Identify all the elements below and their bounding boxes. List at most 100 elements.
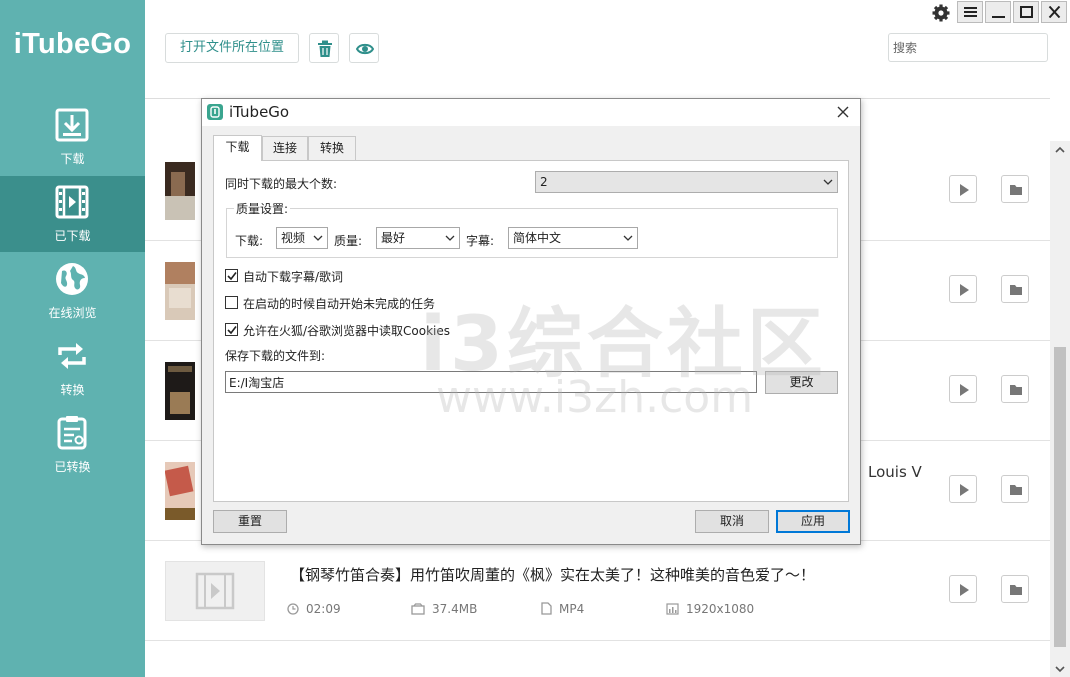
quality-settings-title: 质量设置: bbox=[234, 200, 291, 217]
resolution: 1920x1080 bbox=[666, 602, 754, 616]
globe-icon bbox=[56, 263, 88, 295]
max-downloads-select[interactable]: 2 bbox=[535, 171, 838, 193]
tab-download[interactable]: 下载 bbox=[213, 135, 262, 161]
sidebar-item-label: 在线浏览 bbox=[48, 306, 97, 320]
minimize-icon bbox=[992, 16, 1005, 18]
clock-icon bbox=[287, 603, 299, 615]
dialog-titlebar: iTubeGo bbox=[202, 99, 860, 126]
sidebar-item-label: 下载 bbox=[60, 152, 85, 166]
video-title: Louis V bbox=[868, 463, 922, 481]
tab-connection[interactable]: 连接 bbox=[262, 136, 308, 160]
close-icon bbox=[837, 106, 849, 118]
video-thumbnail-placeholder bbox=[165, 561, 265, 621]
download-type-select[interactable]: 视频 bbox=[276, 227, 328, 249]
maximize-button[interactable] bbox=[1013, 1, 1039, 23]
reset-button[interactable]: 重置 bbox=[213, 510, 287, 533]
open-folder-row-button[interactable] bbox=[1001, 575, 1029, 603]
close-icon bbox=[1048, 6, 1061, 18]
tab-convert[interactable]: 转换 bbox=[308, 136, 356, 160]
folder-icon bbox=[1010, 485, 1022, 495]
convert-icon bbox=[58, 343, 86, 369]
checkmark-icon bbox=[227, 272, 237, 281]
open-folder-row-button[interactable] bbox=[1001, 175, 1029, 203]
bar-chart-icon bbox=[666, 603, 679, 615]
video-placeholder-icon bbox=[195, 572, 235, 610]
auto-resume-tasks-checkbox[interactable] bbox=[225, 296, 238, 309]
quality-select[interactable]: 最好 bbox=[376, 227, 460, 249]
file-format: MP4 bbox=[541, 602, 584, 616]
gear-icon[interactable] bbox=[931, 3, 951, 23]
sidebar-item-convert[interactable]: 转换 bbox=[0, 330, 145, 406]
video-title: 【钢琴竹笛合奏】用竹笛吹周董的《枫》实在太美了！这种唯美的音色爱了～！ bbox=[290, 566, 816, 584]
play-button[interactable] bbox=[949, 275, 977, 303]
play-icon bbox=[960, 184, 969, 196]
folder-icon bbox=[1010, 285, 1022, 295]
dialog-title: iTubeGo bbox=[229, 103, 290, 121]
open-folder-button[interactable]: 打开文件所在位置 bbox=[165, 33, 299, 63]
search-input[interactable] bbox=[888, 33, 1048, 62]
chevron-down-icon bbox=[823, 179, 833, 185]
download-icon bbox=[55, 108, 89, 142]
video-thumbnail bbox=[165, 462, 195, 520]
allow-cookies-label: 允许在火狐/谷歌浏览器中读取Cookies bbox=[243, 324, 451, 338]
sidebar-item-label: 已下载 bbox=[54, 229, 91, 243]
preview-button[interactable] bbox=[349, 33, 379, 63]
chevron-down-icon bbox=[445, 235, 455, 241]
sidebar: iTubeGo 下载 已下载 在线浏览 转换 已转换 bbox=[0, 0, 145, 677]
duration: 02:09 bbox=[287, 602, 341, 616]
maximize-icon bbox=[1020, 6, 1033, 18]
converted-list-icon bbox=[57, 416, 87, 450]
trash-icon bbox=[318, 40, 332, 57]
scroll-up-icon[interactable] bbox=[1055, 146, 1065, 154]
save-path-input[interactable] bbox=[225, 371, 757, 393]
minimize-button[interactable] bbox=[985, 1, 1011, 23]
folder-icon bbox=[1010, 185, 1022, 195]
sidebar-item-converted[interactable]: 已转换 bbox=[0, 407, 145, 483]
change-path-button[interactable]: 更改 bbox=[765, 371, 838, 394]
hard-drive-icon bbox=[411, 603, 425, 615]
play-button[interactable] bbox=[949, 475, 977, 503]
download-type-label: 下载: bbox=[235, 234, 264, 248]
list-scrollbar[interactable] bbox=[1050, 141, 1070, 677]
play-icon bbox=[960, 484, 969, 496]
play-button[interactable] bbox=[949, 175, 977, 203]
auto-download-subtitles-label: 自动下载字幕/歌词 bbox=[243, 270, 344, 284]
tab-panel-download: 同时下载的最大个数: 2 质量设置: 下载: 视频 质量: 最好 字幕: 简体中… bbox=[213, 160, 849, 502]
sidebar-item-download[interactable]: 下载 bbox=[0, 99, 145, 175]
apply-button[interactable]: 应用 bbox=[776, 510, 850, 533]
checkmark-icon bbox=[227, 326, 237, 335]
settings-dialog: iTubeGo 下载 连接 转换 同时下载的最大个数: 2 质量设置: 下载: … bbox=[201, 98, 861, 545]
allow-cookies-checkbox[interactable] bbox=[225, 323, 238, 336]
play-icon bbox=[960, 584, 969, 596]
scroll-down-icon[interactable] bbox=[1055, 665, 1065, 673]
max-downloads-label: 同时下载的最大个数: bbox=[225, 177, 338, 191]
open-folder-row-button[interactable] bbox=[1001, 275, 1029, 303]
subtitle-select[interactable]: 简体中文 bbox=[508, 227, 638, 249]
scroll-thumb[interactable] bbox=[1054, 347, 1066, 647]
video-thumbnail bbox=[165, 162, 195, 220]
open-folder-row-button[interactable] bbox=[1001, 375, 1029, 403]
delete-button[interactable] bbox=[309, 33, 339, 63]
app-icon bbox=[207, 104, 223, 120]
menu-button[interactable] bbox=[957, 1, 983, 23]
video-thumbnail bbox=[165, 262, 195, 320]
cancel-button[interactable]: 取消 bbox=[695, 510, 769, 533]
play-icon bbox=[960, 284, 969, 296]
play-button[interactable] bbox=[949, 375, 977, 403]
chevron-down-icon bbox=[313, 235, 323, 241]
film-icon bbox=[55, 185, 89, 219]
open-folder-row-button[interactable] bbox=[1001, 475, 1029, 503]
play-button[interactable] bbox=[949, 575, 977, 603]
folder-icon bbox=[1010, 385, 1022, 395]
menu-icon bbox=[964, 7, 977, 17]
close-button[interactable] bbox=[1041, 1, 1067, 23]
auto-resume-tasks-label: 在启动的时候自动开始未完成的任务 bbox=[243, 297, 436, 311]
sidebar-item-downloaded[interactable]: 已下载 bbox=[0, 176, 145, 252]
play-icon bbox=[960, 384, 969, 396]
list-item[interactable]: 【钢琴竹笛合奏】用竹笛吹周董的《枫》实在太美了！这种唯美的音色爱了～！ 02:0… bbox=[145, 541, 1050, 641]
auto-download-subtitles-checkbox[interactable] bbox=[225, 269, 238, 282]
dialog-close-button[interactable] bbox=[828, 100, 858, 124]
chevron-down-icon bbox=[623, 235, 633, 241]
save-to-label: 保存下载的文件到: bbox=[225, 349, 326, 363]
sidebar-item-browse-online[interactable]: 在线浏览 bbox=[0, 253, 145, 329]
